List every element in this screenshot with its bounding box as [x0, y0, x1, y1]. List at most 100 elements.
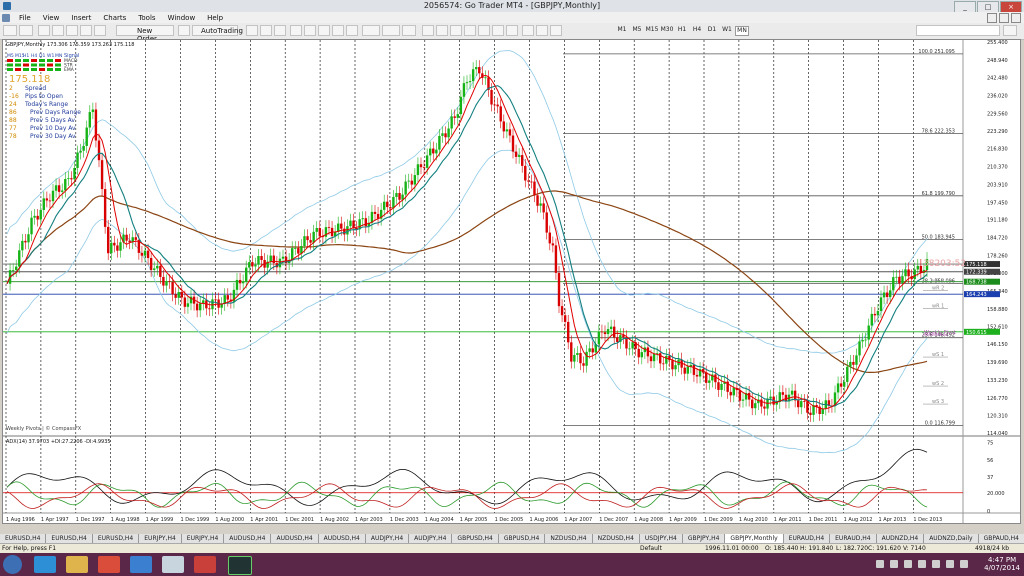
horizontal-line-icon[interactable] — [464, 25, 476, 36]
candle-body — [272, 255, 275, 264]
new-order-button[interactable]: New Order — [116, 25, 174, 43]
candlestick-icon[interactable] — [260, 25, 272, 36]
navigator-icon[interactable] — [66, 25, 78, 36]
chart-tab-audusd-h4[interactable]: AUDUSD,H4 — [224, 534, 272, 543]
menu-help[interactable]: Help — [201, 14, 229, 22]
chart-tab-audjpy-h4[interactable]: AUDJPY,H4 — [409, 534, 453, 543]
expert-advisor-icon[interactable] — [178, 25, 190, 36]
chart-tab-gbpusd-h4[interactable]: GBPUSD,H4 — [498, 534, 546, 543]
screenshot-icon[interactable] — [162, 556, 184, 573]
start-button[interactable] — [3, 555, 22, 574]
chart-tab-euraud-h4[interactable]: EURAUD,H4 — [830, 534, 877, 543]
chart-tab-euraud-h4[interactable]: EURAUD,H4 — [783, 534, 831, 543]
vertical-line-icon[interactable] — [450, 25, 462, 36]
explorer-icon[interactable] — [66, 556, 88, 573]
chart-tab-eurjpy-h4[interactable]: EURJPY,H4 — [181, 534, 225, 543]
chart-tab-audusd-h4[interactable]: AUDUSD,H4 — [318, 534, 366, 543]
chart-tab-eurusd-h4[interactable]: EURUSD,H4 — [0, 534, 47, 543]
candle-body — [916, 265, 919, 270]
tray-app-icon[interactable] — [890, 560, 898, 568]
chart-tab-audusd-h4[interactable]: AUDUSD,H4 — [271, 534, 319, 543]
chart-tab-eurusd-h4[interactable]: EURUSD,H4 — [92, 534, 140, 543]
timeframe-d1[interactable]: D1 — [705, 26, 719, 33]
chrome-icon[interactable] — [98, 556, 120, 573]
periodicity-icon[interactable] — [382, 25, 400, 36]
candle-body — [576, 353, 579, 356]
trendline-icon[interactable] — [478, 25, 490, 36]
mdi-restore-button[interactable] — [999, 13, 1009, 23]
tray-app2-icon[interactable] — [904, 560, 912, 568]
price-chart[interactable]: 255.400 248.940 242.480 236.020 229.560 223.2… — [3, 40, 1020, 523]
fibonacci-icon[interactable] — [506, 25, 518, 36]
candle-body — [539, 203, 542, 206]
timeframe-h1[interactable]: H1 — [675, 26, 689, 33]
text-label-icon[interactable] — [536, 25, 548, 36]
chart-tab-eurusd-h4[interactable]: EURUSD,H4 — [46, 534, 93, 543]
candle-body — [652, 353, 656, 362]
candle-body — [582, 363, 585, 366]
search-icon[interactable] — [1003, 25, 1017, 36]
auto-scroll-icon[interactable] — [346, 25, 358, 36]
cursor-icon[interactable] — [422, 25, 434, 36]
profiles-icon[interactable] — [19, 25, 33, 36]
media-icon[interactable] — [194, 556, 216, 573]
menu-file[interactable]: File — [13, 14, 37, 22]
data-window-icon[interactable] — [52, 25, 64, 36]
chart-tab-gbpusd-h4[interactable]: GBPUSD,H4 — [452, 534, 499, 543]
chart-shift-icon[interactable] — [332, 25, 344, 36]
candle-body — [361, 218, 364, 220]
terminal-icon[interactable] — [80, 25, 92, 36]
timeframe-h4[interactable]: H4 — [690, 26, 704, 33]
chart-tab-gbpjpy-monthly[interactable]: GBPJPY,Monthly — [725, 534, 784, 543]
chart-tab-usdjpy-h4[interactable]: USDJPY,H4 — [639, 534, 683, 543]
chart-tab-audnzd-daily[interactable]: AUDNZD,Daily — [924, 534, 979, 543]
crosshair-icon[interactable] — [436, 25, 448, 36]
equidistant-channel-icon[interactable] — [492, 25, 504, 36]
search-input[interactable] — [916, 25, 1000, 36]
chart-tab-eurjpy-h4[interactable]: EURJPY,H4 — [139, 534, 182, 543]
zoom-in-icon[interactable] — [290, 25, 302, 36]
zoom-out-icon[interactable] — [304, 25, 316, 36]
menu-view[interactable]: View — [37, 14, 66, 22]
timeframe-mn[interactable]: MN — [735, 26, 749, 36]
tray-flag-icon[interactable] — [932, 560, 940, 568]
timeframe-w1[interactable]: W1 — [720, 26, 734, 33]
timeframe-m1[interactable]: M1 — [615, 26, 629, 33]
tray-volume-icon[interactable] — [960, 560, 968, 568]
mdi-close-button[interactable] — [1011, 13, 1021, 23]
timeframe-m5[interactable]: M5 — [630, 26, 644, 33]
menu-tools[interactable]: Tools — [132, 14, 161, 22]
word-icon[interactable] — [130, 556, 152, 573]
system-clock[interactable]: 4:47 PM 4/07/2014 — [984, 556, 1020, 572]
chart-tab-audjpy-h4[interactable]: AUDJPY,H4 — [365, 534, 410, 543]
timeframe-m30[interactable]: M30 — [660, 26, 674, 33]
chart-window[interactable]: 255.400 248.940 242.480 236.020 229.560 223.2… — [2, 39, 1021, 524]
menu-window[interactable]: Window — [162, 14, 202, 22]
menu-charts[interactable]: Charts — [97, 14, 132, 22]
indicators-icon[interactable] — [362, 25, 380, 36]
menu-insert[interactable]: Insert — [65, 14, 97, 22]
line-chart-icon[interactable] — [274, 25, 286, 36]
mdi-minimize-button[interactable] — [987, 13, 997, 23]
tray-network-icon[interactable] — [946, 560, 954, 568]
chart-tab-nzdusd-h4[interactable]: NZDUSD,H4 — [592, 534, 640, 543]
date-axis-label: 1 Apr 2005 — [460, 517, 488, 523]
autotrading-button[interactable]: AutoTrading — [192, 25, 243, 36]
chart-tab-gbpjpy-h4[interactable]: GBPJPY,H4 — [682, 534, 726, 543]
tray-app3-icon[interactable] — [918, 560, 926, 568]
metatrader-icon[interactable] — [228, 556, 252, 575]
market-watch-icon[interactable] — [38, 25, 50, 36]
chart-tab-audnzd-h4[interactable]: AUDNZD,H4 — [876, 534, 925, 543]
tile-windows-icon[interactable] — [318, 25, 330, 36]
chart-tab-gbpaud-h4[interactable]: GBPAUD,H4 — [978, 534, 1024, 543]
text-icon[interactable] — [522, 25, 534, 36]
timeframe-m15[interactable]: M15 — [645, 26, 659, 33]
templates-icon[interactable] — [402, 25, 416, 36]
ie-icon[interactable] — [34, 556, 56, 573]
bar-chart-icon[interactable] — [246, 25, 258, 36]
arrows-icon[interactable] — [550, 25, 562, 36]
chart-tab-nzdusd-h4[interactable]: NZDUSD,H4 — [545, 534, 593, 543]
tray-arrow-icon[interactable] — [876, 560, 884, 568]
strategy-tester-icon[interactable] — [94, 25, 106, 36]
new-chart-icon[interactable] — [3, 25, 17, 36]
